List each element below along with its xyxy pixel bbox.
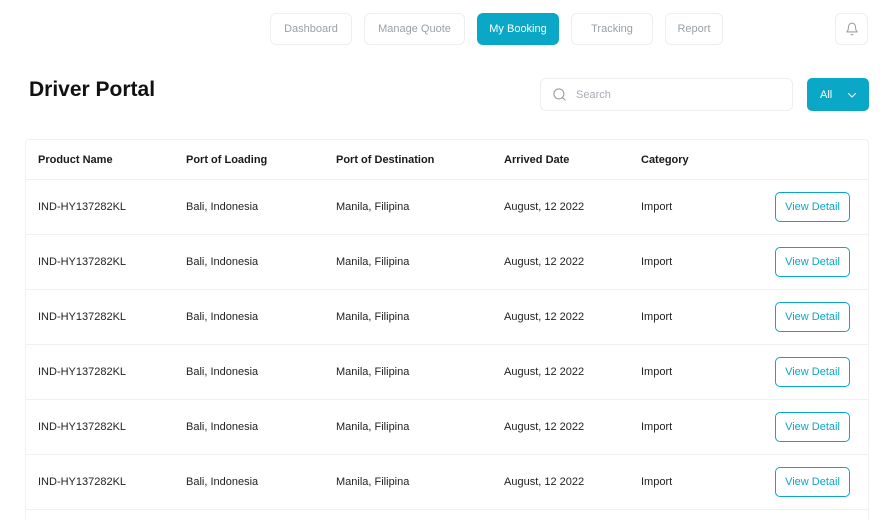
bell-icon	[845, 22, 858, 36]
page-title: Driver Portal	[29, 78, 156, 101]
tab-manage-quote[interactable]: Manage Quote	[364, 13, 465, 45]
view-detail-button[interactable]: View Detail	[775, 247, 850, 277]
tab-report[interactable]: Report	[665, 13, 723, 45]
port-of-loading: Bali, Indonesia	[186, 311, 259, 323]
table-row: IND-HY137282KL Bali, Indonesia Manila, F…	[26, 290, 868, 345]
arrived-date: August, 12 2022	[504, 421, 585, 433]
tab-dashboard[interactable]: Dashboard	[270, 13, 352, 45]
port-of-loading: Bali, Indonesia	[186, 201, 259, 213]
filter-label: All	[820, 88, 833, 101]
table-row: IND-HY137282KL Bali, Indonesia Manila, F…	[26, 345, 868, 400]
category: Import	[641, 476, 673, 488]
port-of-destination: Manila, Filipina	[336, 201, 410, 213]
category: Import	[641, 311, 673, 323]
category: Import	[641, 366, 673, 378]
category: Import	[641, 256, 673, 268]
product-name: IND-HY137282KL	[38, 256, 127, 268]
arrived-date: August, 12 2022	[504, 256, 585, 268]
port-of-destination: Manila, Filipina	[336, 366, 410, 378]
product-name: IND-HY137282KL	[38, 476, 127, 488]
port-of-destination: Manila, Filipina	[336, 476, 410, 488]
view-detail-button[interactable]: View Detail	[775, 302, 850, 332]
arrived-date: August, 12 2022	[504, 476, 585, 488]
search-input[interactable]	[576, 88, 776, 101]
filter-dropdown[interactable]: All	[807, 78, 869, 111]
arrived-date: August, 12 2022	[504, 201, 585, 213]
port-of-loading: Bali, Indonesia	[186, 476, 259, 488]
column-header: Arrived Date	[504, 153, 570, 166]
column-header: Port of Destination	[336, 153, 435, 166]
table-row: IND-HY137282KL Bali, Indonesia Manila, F…	[26, 455, 868, 510]
tab-my-booking[interactable]: My Booking	[477, 13, 559, 45]
table-row: IND-HY137282KL Bali, Indonesia Manila, F…	[26, 400, 868, 455]
view-detail-button[interactable]: View Detail	[775, 192, 850, 222]
tab-tracking[interactable]: Tracking	[571, 13, 653, 45]
port-of-destination: Manila, Filipina	[336, 256, 410, 268]
port-of-loading: Bali, Indonesia	[186, 421, 259, 433]
port-of-destination: Manila, Filipina	[336, 421, 410, 433]
product-name: IND-HY137282KL	[38, 421, 127, 433]
port-of-loading: Bali, Indonesia	[186, 366, 259, 378]
table-row: IND-HY137282KL Bali, Indonesia Manila, F…	[26, 235, 868, 290]
table-row: IND-HY137282KL Bali, Indonesia Manila, F…	[26, 180, 868, 235]
top-nav: Dashboard Manage Quote My Booking Tracki…	[270, 13, 723, 45]
arrived-date: August, 12 2022	[504, 366, 585, 378]
port-of-loading: Bali, Indonesia	[186, 256, 259, 268]
column-header: Product Name	[38, 153, 113, 166]
product-name: IND-HY137282KL	[38, 311, 127, 323]
bookings-table: Product Name Port of Loading Port of Des…	[25, 139, 869, 520]
product-name: IND-HY137282KL	[38, 201, 127, 213]
chevron-down-icon	[848, 92, 857, 98]
port-of-destination: Manila, Filipina	[336, 311, 410, 323]
arrived-date: August, 12 2022	[504, 311, 585, 323]
view-detail-button[interactable]: View Detail	[775, 357, 850, 387]
column-header: Category	[641, 153, 689, 166]
category: Import	[641, 421, 673, 433]
search-icon	[553, 88, 566, 101]
table-header: Product Name Port of Loading Port of Des…	[26, 140, 868, 180]
category: Import	[641, 201, 673, 213]
view-detail-button[interactable]: View Detail	[775, 412, 850, 442]
view-detail-button[interactable]: View Detail	[775, 467, 850, 497]
search-box[interactable]	[540, 78, 793, 111]
column-header: Port of Loading	[186, 153, 268, 166]
notification-button[interactable]	[835, 13, 868, 45]
product-name: IND-HY137282KL	[38, 366, 127, 378]
